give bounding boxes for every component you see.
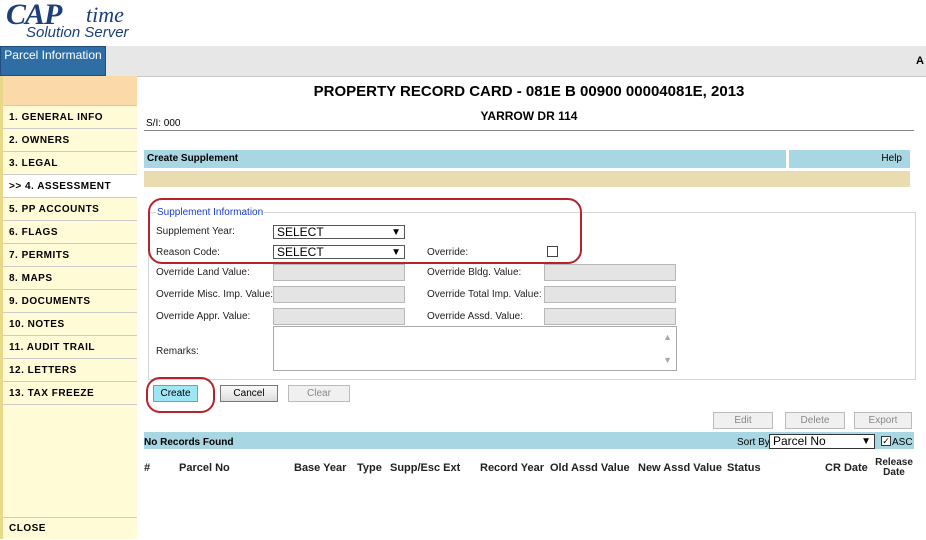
info-bar	[144, 171, 910, 187]
sidebar-item-tax-freeze[interactable]: 13. TAX FREEZE	[3, 382, 137, 405]
column-header-status[interactable]: Status	[727, 462, 761, 474]
scroll-up-icon[interactable]: ▲	[663, 332, 672, 342]
logo-solution-text: Solution Server	[26, 24, 129, 41]
tab-parcel-information[interactable]: Parcel Information	[0, 46, 106, 76]
sidebar-item-permits[interactable]: 7. PERMITS	[3, 244, 137, 267]
help-link[interactable]: Help	[789, 150, 910, 168]
section-header-create-supplement: Create Supplement	[144, 150, 786, 168]
override-bldg-value-label: Override Bldg. Value:	[427, 267, 522, 278]
top-bar-right-text: A	[916, 55, 924, 67]
override-misc-imp-value-input[interactable]	[273, 286, 405, 303]
column-header-supp-esc-ext[interactable]: Supp/Esc Ext	[390, 462, 460, 474]
edit-button[interactable]: Edit	[713, 412, 773, 429]
override-assd-value-input[interactable]	[544, 308, 676, 325]
sidebar-item-general-info[interactable]: 1. GENERAL INFO	[3, 106, 137, 129]
remarks-label: Remarks:	[156, 346, 199, 357]
sidebar-close-button[interactable]: CLOSE	[3, 517, 137, 539]
remarks-textarea[interactable]: ▲ ▼	[273, 326, 677, 371]
title-divider	[144, 130, 914, 131]
column-header-new-assd-value[interactable]: New Assd Value	[638, 462, 722, 474]
sidebar-item-audit-trail[interactable]: 11. AUDIT TRAIL	[3, 336, 137, 359]
override-total-imp-value-input[interactable]	[544, 286, 676, 303]
column-header-record-year[interactable]: Record Year	[480, 462, 544, 474]
top-bar	[0, 46, 926, 77]
cancel-button[interactable]: Cancel	[220, 385, 278, 402]
column-header-number: #	[144, 462, 151, 474]
sort-by-label: Sort By:	[737, 437, 773, 448]
override-appr-value-label: Override Appr. Value:	[156, 311, 251, 322]
column-header-release-date[interactable]: Release Date	[874, 458, 914, 478]
highlight-supplement-info	[148, 198, 582, 264]
override-appr-value-input[interactable]	[273, 308, 405, 325]
override-total-imp-value-label: Override Total Imp. Value:	[427, 289, 542, 300]
page-title: PROPERTY RECORD CARD - 081E B 00900 0000…	[313, 83, 745, 100]
highlight-create-button	[146, 377, 215, 413]
page-subtitle: YARROW DR 114	[480, 109, 578, 123]
sidebar-item-letters[interactable]: 12. LETTERS	[3, 359, 137, 382]
export-button[interactable]: Export	[854, 412, 912, 429]
override-land-value-label: Override Land Value:	[156, 267, 250, 278]
no-records-text: No Records Found	[144, 437, 234, 448]
asc-checkbox[interactable]: ✓	[881, 436, 891, 446]
sort-by-value: Parcel No	[773, 434, 826, 448]
sidebar-item-owners[interactable]: 2. OWNERS	[3, 129, 137, 152]
sidebar-item-maps[interactable]: 8. MAPS	[3, 267, 137, 290]
column-header-parcel-no[interactable]: Parcel No	[179, 462, 230, 474]
sidebar-item-legal[interactable]: 3. LEGAL	[3, 152, 137, 175]
column-header-old-assd-value[interactable]: Old Assd Value	[550, 462, 630, 474]
sidebar-item-notes[interactable]: 10. NOTES	[3, 313, 137, 336]
sidebar-nav: 1. GENERAL INFO 2. OWNERS 3. LEGAL >> 4.…	[0, 76, 137, 539]
clear-button[interactable]: Clear	[288, 385, 350, 402]
override-misc-imp-value-label: Override Misc. Imp. Value:	[156, 289, 274, 300]
asc-label: ASC	[892, 437, 913, 448]
column-header-cr-date[interactable]: CR Date	[825, 462, 868, 474]
override-assd-value-label: Override Assd. Value:	[427, 311, 523, 322]
override-bldg-value-input[interactable]	[544, 264, 676, 281]
delete-button[interactable]: Delete	[785, 412, 845, 429]
sfl-label: S/I: 000	[146, 118, 181, 129]
chevron-down-icon: ▼	[861, 436, 871, 447]
sidebar-header	[3, 76, 137, 106]
sidebar-item-pp-accounts[interactable]: 5. PP ACCOUNTS	[3, 198, 137, 221]
sort-by-select[interactable]: Parcel No ▼	[769, 434, 875, 449]
sidebar-item-flags[interactable]: 6. FLAGS	[3, 221, 137, 244]
column-header-type[interactable]: Type	[357, 462, 382, 474]
sidebar-item-assessment[interactable]: >> 4. ASSESSMENT	[3, 175, 137, 198]
sidebar-item-documents[interactable]: 9. DOCUMENTS	[3, 290, 137, 313]
scroll-down-icon[interactable]: ▼	[663, 355, 672, 365]
column-header-base-year[interactable]: Base Year	[294, 462, 346, 474]
override-land-value-input[interactable]	[273, 264, 405, 281]
